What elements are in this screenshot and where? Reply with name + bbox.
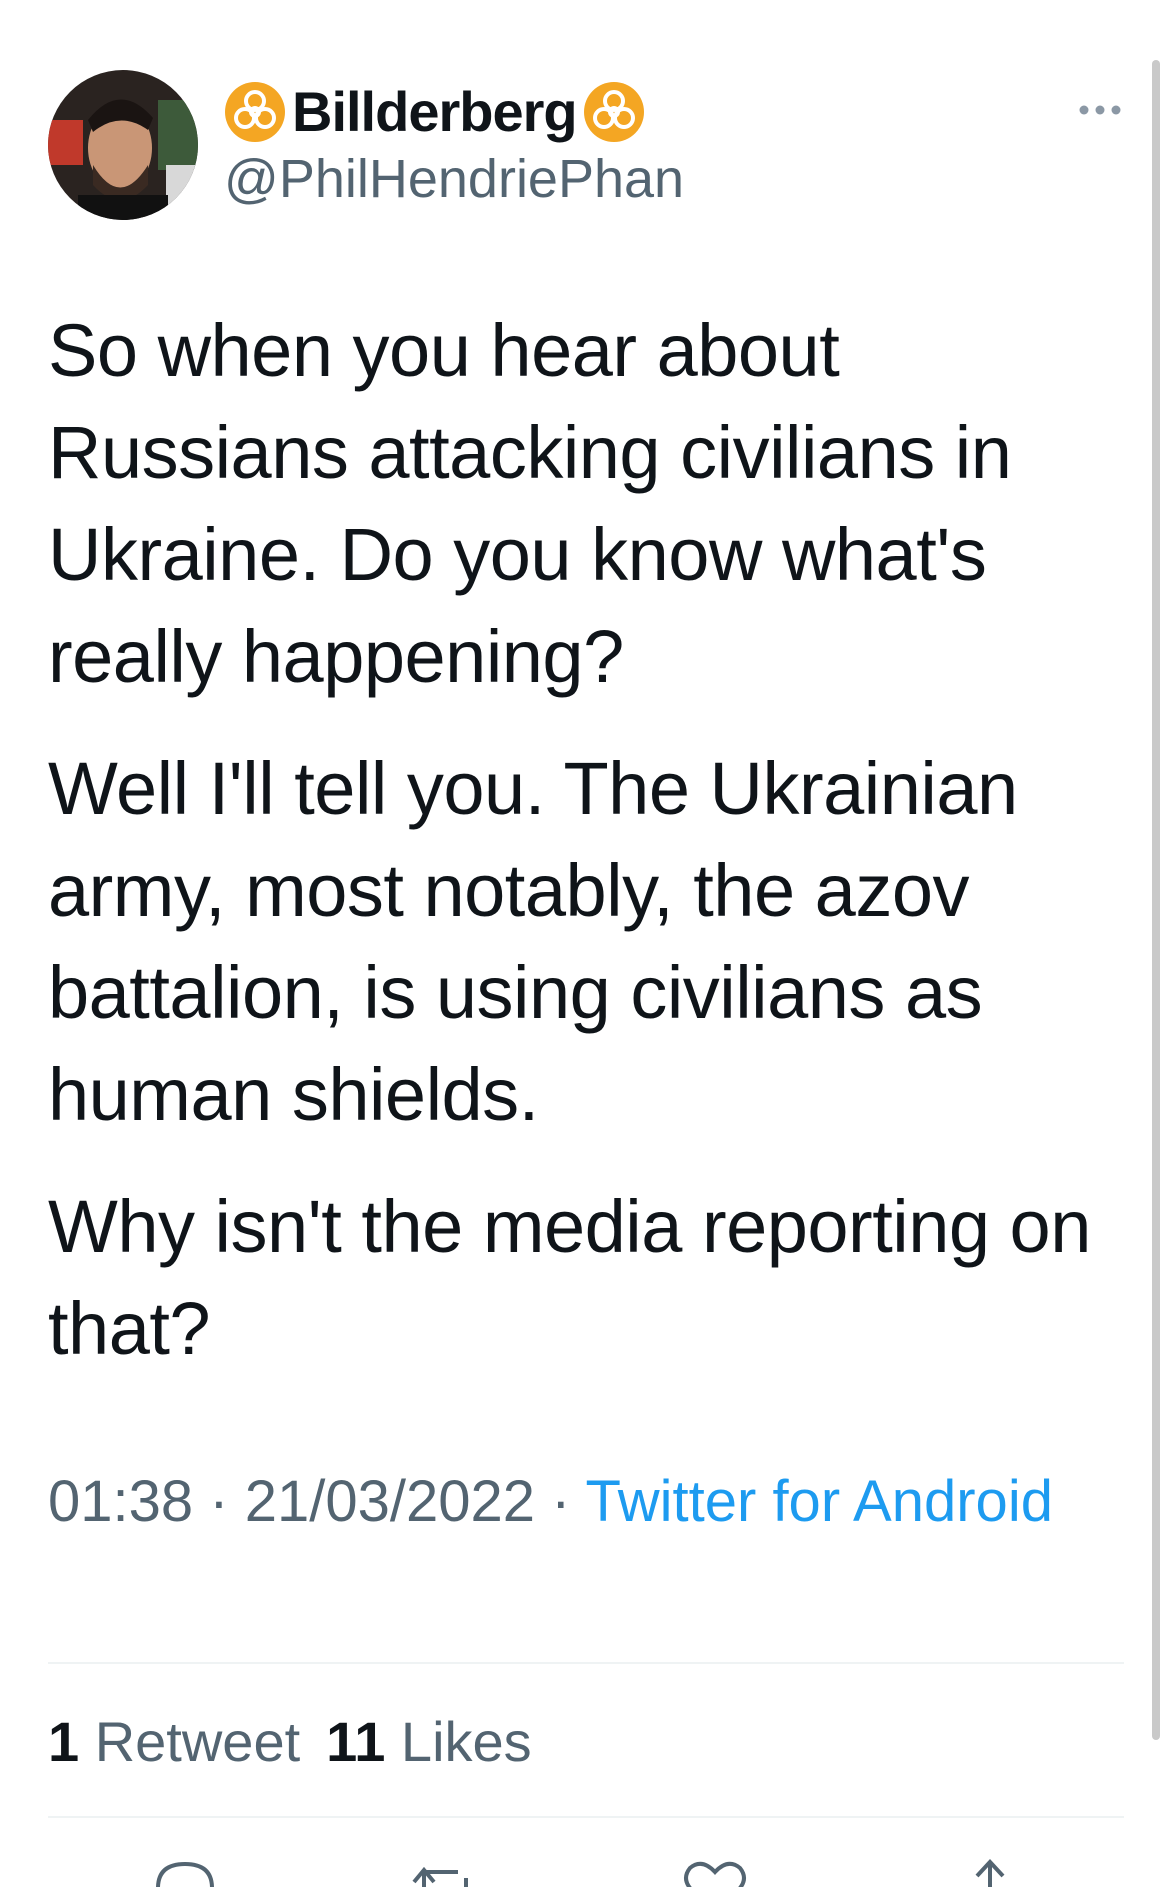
tweet-metadata: 01:38 · 21/03/2022 · Twitter for Android — [48, 1462, 1108, 1542]
likes-label: Likes — [400, 1710, 532, 1773]
tweet-detail-page: Billderberg @PhilHendriePhan So when you… — [0, 0, 1170, 1887]
action-bar — [0, 1858, 1170, 1887]
more-dots-icon — [1079, 105, 1121, 115]
reply-button[interactable] — [150, 1858, 220, 1887]
tweet-time[interactable]: 01:38 — [48, 1469, 193, 1534]
more-options-button[interactable] — [1070, 90, 1130, 130]
share-icon — [975, 1859, 1005, 1887]
biohazard-icon — [583, 81, 645, 143]
scrollbar-thumb[interactable] — [1152, 60, 1160, 1740]
share-button[interactable] — [955, 1858, 1025, 1887]
avatar[interactable] — [48, 70, 198, 220]
like-button[interactable] — [680, 1858, 750, 1887]
divider — [48, 1816, 1124, 1818]
divider — [48, 1662, 1124, 1664]
display-name[interactable]: Billderberg — [292, 84, 578, 140]
tweet-date[interactable]: 21/03/2022 — [245, 1469, 535, 1534]
tweet-text: So when you hear about Russians attackin… — [48, 300, 1108, 1410]
biohazard-icon — [224, 81, 286, 143]
tweet-paragraph: Why isn't the media reporting on that? — [48, 1185, 1091, 1370]
reply-icon — [156, 1861, 214, 1887]
retweets-label: Retweet — [94, 1710, 301, 1773]
display-name-row[interactable]: Billderberg — [224, 74, 684, 150]
tweet-paragraph: So when you hear about Russians attackin… — [48, 309, 1012, 698]
retweets-count: 1 — [48, 1710, 80, 1773]
tweet-paragraph: Well I'll tell you. The Ukrainian army, … — [48, 747, 1018, 1136]
meta-separator: · — [551, 1469, 586, 1534]
retweets-stat[interactable]: 1 Retweet — [48, 1706, 300, 1778]
like-icon — [684, 1861, 746, 1887]
likes-count: 11 — [326, 1710, 386, 1773]
user-handle[interactable]: @PhilHendriePhan — [224, 152, 684, 206]
retweet-icon — [412, 1866, 468, 1887]
engagement-stats: 1 Retweet 11 Likes — [48, 1706, 532, 1778]
likes-stat[interactable]: 11 Likes — [326, 1706, 532, 1778]
user-info: Billderberg @PhilHendriePhan — [224, 74, 684, 206]
retweet-button[interactable] — [410, 1858, 480, 1887]
tweet-source-link[interactable]: Twitter for Android — [586, 1469, 1053, 1534]
meta-separator: · — [209, 1469, 245, 1534]
